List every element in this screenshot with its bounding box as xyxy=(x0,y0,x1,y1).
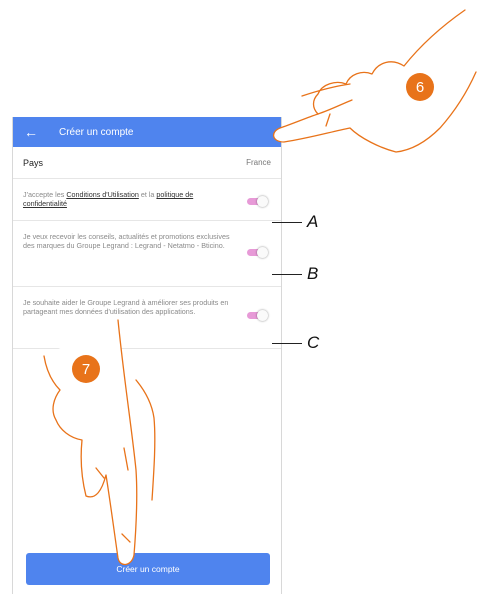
consent-text-marketing: Je veux recevoir les conseils, actualité… xyxy=(23,232,230,250)
create-account-button[interactable]: Créer un compte xyxy=(26,553,270,585)
callout-line-b xyxy=(272,274,302,275)
consent-text-terms: J'accepte les Conditions d'Utilisation e… xyxy=(23,190,233,208)
toggle-knob xyxy=(257,310,268,321)
callout-a: A xyxy=(307,212,319,231)
terms-toggle[interactable] xyxy=(247,196,269,207)
app-bar: ← Créer un compte xyxy=(13,117,281,147)
instruction-figure: ← Créer un compte Pays France J'accepte … xyxy=(0,0,480,594)
callout-line-c xyxy=(272,343,302,344)
consent-row-usage-data: Je souhaite aider le Groupe Legrand à am… xyxy=(13,287,281,349)
consent-text-part: et la xyxy=(138,190,157,199)
country-row[interactable]: Pays France xyxy=(13,147,281,179)
marketing-toggle[interactable] xyxy=(247,247,269,258)
arrow-left-icon[interactable]: ← xyxy=(13,117,49,147)
country-label: Pays xyxy=(23,157,44,168)
step-badge-6: 6 xyxy=(406,73,434,101)
usage-data-toggle[interactable] xyxy=(247,310,269,321)
consent-row-marketing: Je veux recevoir les conseils, actualité… xyxy=(13,221,281,287)
page-title: Créer un compte xyxy=(59,126,134,138)
consent-text-part: J'accepte les xyxy=(23,190,67,199)
toggle-knob xyxy=(257,247,268,258)
toggle-knob xyxy=(257,196,268,207)
step-badge-7: 7 xyxy=(72,355,100,383)
consent-row-terms: J'accepte les Conditions d'Utilisation e… xyxy=(13,179,281,221)
callout-c: C xyxy=(307,333,320,352)
phone-screen: ← Créer un compte Pays France J'accepte … xyxy=(12,117,282,594)
country-value: France xyxy=(246,158,271,167)
callout-b: B xyxy=(307,264,319,283)
consent-text-usage-data: Je souhaite aider le Groupe Legrand à am… xyxy=(23,298,229,316)
terms-link[interactable]: Conditions d'Utilisation xyxy=(66,190,139,199)
callout-line-a xyxy=(272,222,302,223)
